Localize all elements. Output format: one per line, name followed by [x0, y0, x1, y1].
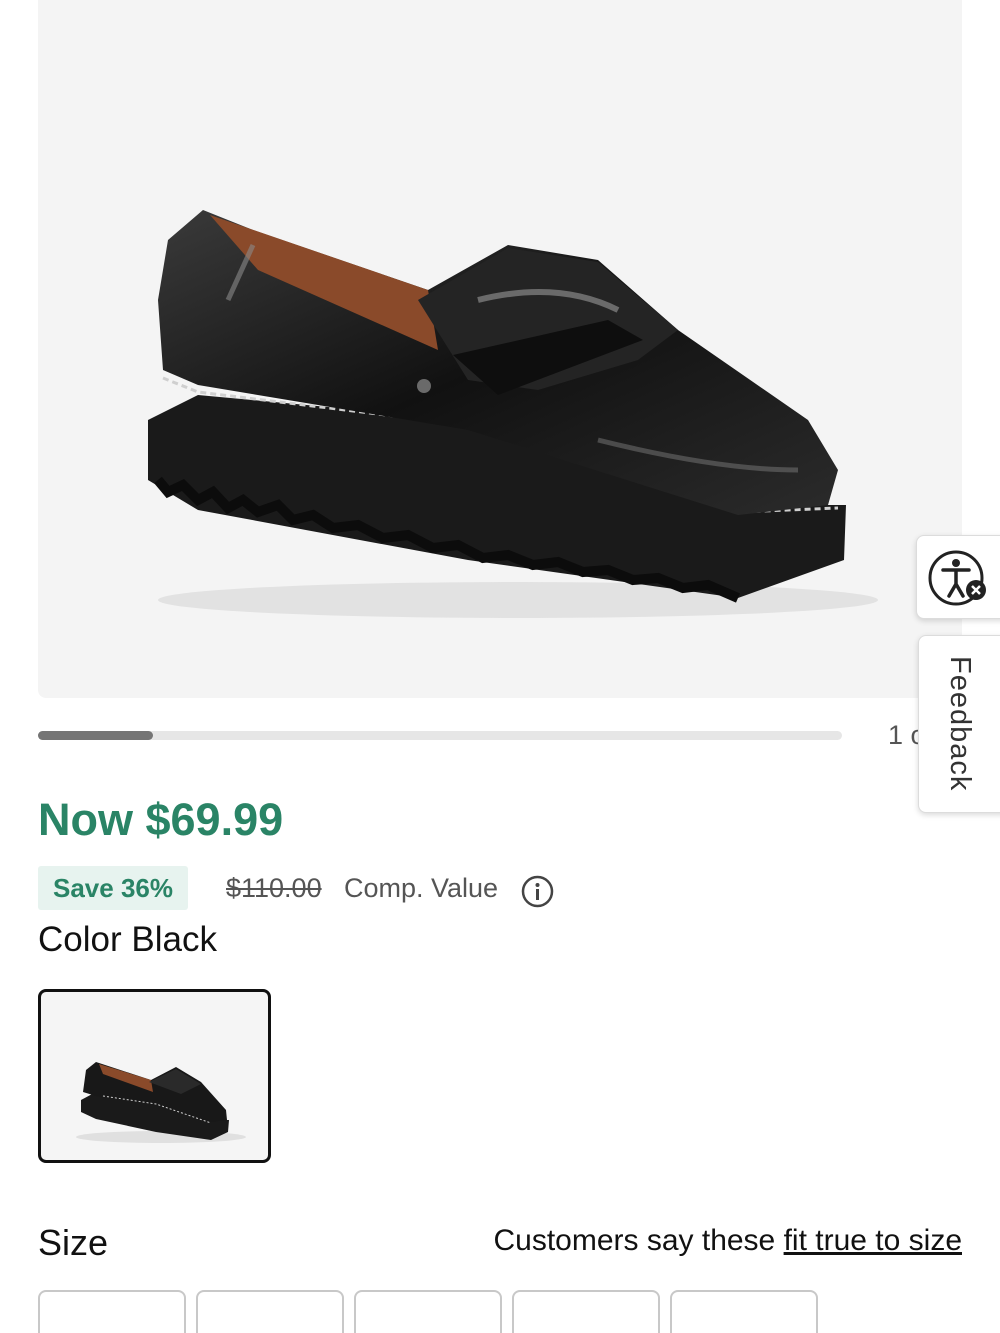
size-option-5-5[interactable]: 5.5: [196, 1290, 344, 1333]
color-swatch-black[interactable]: [38, 989, 271, 1163]
size-option-7[interactable]: 7: [670, 1290, 818, 1333]
save-badge: Save 36%: [38, 866, 188, 910]
feedback-label: Feedback: [944, 656, 976, 792]
fit-note-prefix: Customers say these: [493, 1224, 776, 1257]
slide-counter: 1 of 6: [888, 720, 918, 750]
gallery-progress-bar[interactable]: [38, 731, 842, 740]
comp-value-price: $110.00: [226, 873, 322, 903]
fit-note: Customers say these fit true to size: [493, 1224, 962, 1258]
size-title: Size: [38, 1222, 109, 1263]
size-option-6-5[interactable]: 6.5: [512, 1290, 660, 1333]
size-option-6[interactable]: 6: [354, 1290, 502, 1333]
size-options: 5 5.5 6 6.5 7: [38, 1290, 818, 1333]
product-image[interactable]: [38, 0, 962, 698]
accessibility-icon: [928, 550, 986, 606]
color-selection: Color Black: [38, 920, 217, 960]
feedback-tab[interactable]: Feedback: [918, 635, 1000, 813]
fit-true-to-size-link[interactable]: fit true to size: [784, 1224, 962, 1257]
comp-value-label: Comp. Value: [344, 873, 499, 903]
info-icon[interactable]: [521, 875, 554, 908]
gallery-progress-fill: [38, 731, 153, 740]
color-label: Color: [38, 920, 122, 959]
size-option-5[interactable]: 5: [38, 1290, 186, 1333]
product-page: 1 of 6 Feedback Now $69.99 Save 36% $110…: [0, 0, 1000, 1333]
color-value: Black: [131, 920, 217, 959]
sale-price: Now $69.99: [38, 794, 284, 845]
accessibility-button[interactable]: [916, 535, 1000, 619]
